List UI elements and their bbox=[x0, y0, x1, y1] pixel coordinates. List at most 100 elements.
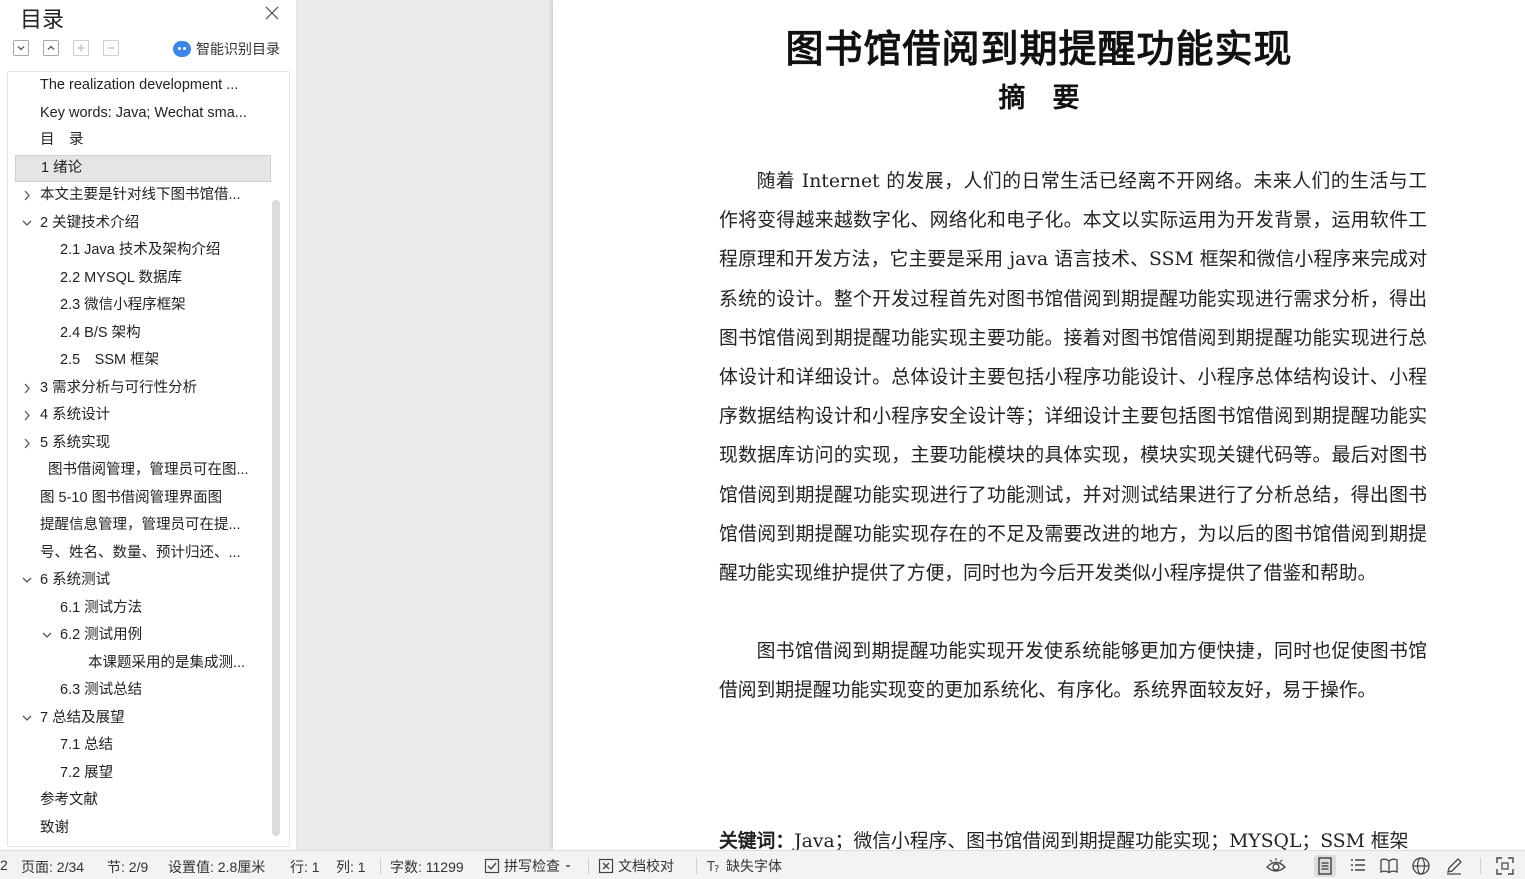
close-icon[interactable] bbox=[263, 4, 281, 22]
spellcheck-button[interactable]: 拼写检查 bbox=[484, 855, 573, 876]
status-setting: 设置值: 2.8厘米 bbox=[168, 859, 266, 875]
spellcheck-label: 拼写检查 bbox=[504, 857, 560, 874]
toc-item-label: 图 5-10 图书借阅管理界面图 bbox=[40, 489, 223, 506]
toc-item[interactable]: 7.2 展望 bbox=[15, 760, 271, 787]
toc-item[interactable]: 参考文献 bbox=[15, 787, 271, 814]
keywords-label: 关键词： bbox=[719, 830, 795, 850]
toc-item[interactable]: 图 5-10 图书借阅管理界面图 bbox=[15, 485, 271, 512]
toc-item-label: 2 关键技术介绍 bbox=[40, 214, 140, 231]
status-row: 行: 1 bbox=[290, 859, 320, 875]
web-layout-icon[interactable] bbox=[1410, 855, 1432, 877]
toc-item[interactable]: 6.2 测试用例 bbox=[15, 622, 271, 649]
chevron-down-icon[interactable] bbox=[21, 705, 33, 732]
toc-item[interactable]: 2.1 Java 技术及架构介绍 bbox=[15, 237, 271, 264]
status-section: 节: 2/9 bbox=[107, 859, 149, 875]
missing-font-icon: T ? bbox=[706, 860, 719, 874]
status-divider bbox=[1480, 858, 1481, 874]
toc-item-label: 6.2 测试用例 bbox=[60, 627, 143, 643]
toc-item[interactable]: 3 需求分析与可行性分析 bbox=[15, 375, 271, 402]
status-leading: 2 bbox=[0, 857, 8, 873]
toc-item-label: 致谢 bbox=[40, 819, 69, 836]
toc-scrollbar[interactable] bbox=[272, 200, 280, 836]
toc-item[interactable]: 本课题采用的是集成测... bbox=[15, 650, 271, 677]
svg-text:?: ? bbox=[714, 864, 719, 874]
keywords-text: Java；微信小程序、图书馆借阅到期提醒功能实现；MYSQL；SSM 框架 bbox=[794, 831, 1409, 850]
toc-item[interactable]: 4 系统设计 bbox=[15, 402, 271, 429]
toc-item[interactable]: 2.4 B/S 架构 bbox=[15, 320, 271, 347]
toc-item[interactable]: 2.2 MYSQL 数据库 bbox=[15, 265, 271, 292]
toc-item[interactable]: 2.3 微信小程序框架 bbox=[15, 292, 271, 319]
toc-item-label: 2.5 SSM 框架 bbox=[60, 352, 160, 368]
toc-item[interactable]: 6.3 测试总结 bbox=[15, 677, 271, 704]
toc-item-label: 7.1 总结 bbox=[60, 737, 114, 753]
toc-item-label: 2.1 Java 技术及架构介绍 bbox=[60, 242, 221, 258]
abstract-paragraph-2: 图书馆借阅到期提醒功能实现开发使系统能够更加方便快捷，同时也促使图书馆借阅到期提… bbox=[719, 641, 1427, 702]
toc-item-label: 本课题采用的是集成测... bbox=[88, 654, 246, 671]
toc-item[interactable]: 图书借阅管理，管理员可在图... bbox=[15, 457, 271, 484]
toc-item-label: The realization development ... bbox=[40, 77, 239, 93]
toc-item-label: 参考文献 bbox=[40, 792, 98, 808]
toc-item[interactable]: 2.5 SSM 框架 bbox=[15, 347, 271, 374]
status-bar: 2 页面: 2/34 节: 2/9 设置值: 2.8厘米 行: 1 列: 1 字… bbox=[0, 850, 1525, 879]
status-col: 列: 1 bbox=[336, 859, 366, 875]
remove-heading-icon[interactable] bbox=[103, 40, 119, 56]
toc-sidebar: 目录 智能识别目录 The realization development ..… bbox=[0, 0, 297, 850]
toc-item[interactable]: 2 关键技术介绍 bbox=[15, 210, 271, 237]
toc-item[interactable]: 1 绪论 bbox=[15, 154, 271, 182]
proofread-button[interactable]: 文档校对 bbox=[598, 855, 674, 876]
chevron-right-icon[interactable] bbox=[21, 430, 33, 457]
smart-toc-label: 智能识别目录 bbox=[196, 41, 280, 57]
chevron-right-icon[interactable] bbox=[21, 402, 33, 429]
chevron-right-icon[interactable] bbox=[21, 375, 33, 402]
toc-item-label: 3 需求分析与可行性分析 bbox=[40, 379, 198, 396]
toc-item-label: 1 绪论 bbox=[41, 159, 83, 176]
reading-mode-icon[interactable] bbox=[1378, 855, 1400, 877]
toc-item-label: 2.4 B/S 架构 bbox=[60, 324, 141, 341]
toc-item-label: 4 系统设计 bbox=[40, 407, 111, 423]
ai-assistant-icon bbox=[173, 41, 191, 57]
toc-item-label: 本文主要是针对线下图书馆借... bbox=[40, 187, 241, 203]
expand-all-icon[interactable] bbox=[43, 40, 59, 56]
chevron-down-icon[interactable] bbox=[21, 567, 33, 594]
proofread-icon bbox=[598, 858, 614, 873]
toc-item-label: 提醒信息管理，管理员可在提... bbox=[40, 517, 241, 533]
toc-item[interactable]: 目 录 bbox=[15, 127, 271, 154]
toc-item-label: 目 录 bbox=[40, 132, 84, 148]
toc-item[interactable]: 号、姓名、数量、预计归还、... bbox=[15, 540, 271, 567]
document-page[interactable]: 图书馆借阅到期提醒功能实现 摘 要 随着 Internet 的发展，人们的日常生… bbox=[553, 0, 1525, 850]
toc-item[interactable]: 6 系统测试 bbox=[15, 567, 271, 594]
chevron-down-icon[interactable] bbox=[21, 210, 33, 237]
status-words[interactable]: 字数: 11299 bbox=[390, 857, 464, 877]
chevron-right-icon[interactable] bbox=[21, 182, 33, 209]
abstract-paragraph-1: 随着 Internet 的发展，人们的日常生活已经离不开网络。未来人们的生活与工… bbox=[719, 171, 1427, 585]
add-heading-icon[interactable] bbox=[73, 40, 89, 56]
toc-item[interactable]: 提醒信息管理，管理员可在提... bbox=[15, 512, 271, 539]
toc-item-label: 2.3 微信小程序框架 bbox=[60, 297, 186, 313]
toc-item-label: Key words: Java; Wechat sma... bbox=[40, 104, 247, 121]
toc-item[interactable]: 本文主要是针对线下图书馆借... bbox=[15, 182, 271, 209]
toc-item[interactable]: The realization development ... bbox=[15, 72, 271, 99]
status-divider bbox=[588, 858, 589, 874]
toc-item[interactable]: 5 系统实现 bbox=[15, 430, 271, 457]
collapse-all-icon[interactable] bbox=[13, 40, 29, 56]
toc-item-label: 7 总结及展望 bbox=[40, 709, 125, 726]
status-page[interactable]: 页面: 2/34 bbox=[21, 857, 84, 877]
toc-item[interactable]: 致谢 bbox=[15, 815, 271, 842]
smart-toc-button[interactable]: 智能识别目录 bbox=[173, 40, 280, 58]
pen-icon[interactable] bbox=[1443, 855, 1465, 877]
chevron-down-icon[interactable] bbox=[41, 622, 53, 649]
fullscreen-icon[interactable] bbox=[1494, 855, 1516, 877]
outline-view-icon[interactable] bbox=[1347, 855, 1369, 877]
page-view-icon[interactable] bbox=[1314, 855, 1336, 877]
toc-title: 目录 bbox=[20, 7, 65, 32]
missing-fonts-button[interactable]: T ? 缺失字体 bbox=[706, 855, 782, 876]
toc-item[interactable]: 7.1 总结 bbox=[15, 732, 271, 759]
toc-item-label: 5 系统实现 bbox=[40, 434, 111, 451]
toc-item[interactable]: 7 总结及展望 bbox=[15, 705, 271, 732]
toc-item[interactable]: 6.1 测试方法 bbox=[15, 595, 271, 622]
toc-item-label: 6 系统测试 bbox=[40, 572, 111, 588]
eye-protection-icon[interactable] bbox=[1265, 855, 1287, 877]
document-title: 图书馆借阅到期提醒功能实现 bbox=[785, 26, 1293, 71]
status-divider bbox=[380, 858, 381, 874]
toc-item[interactable]: Key words: Java; Wechat sma... bbox=[15, 100, 271, 127]
